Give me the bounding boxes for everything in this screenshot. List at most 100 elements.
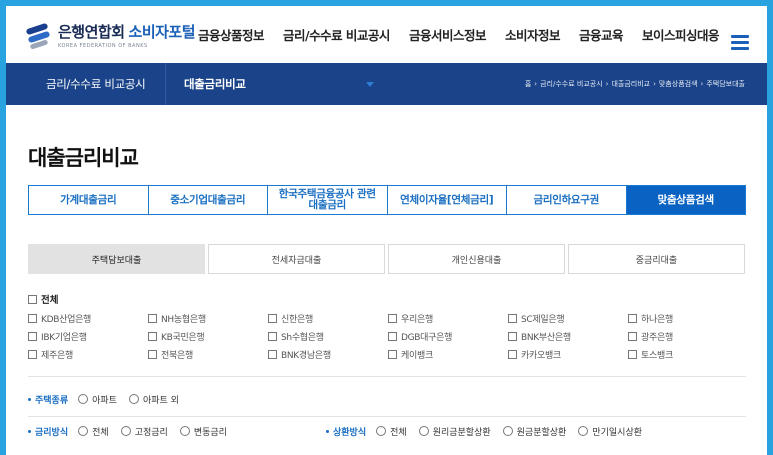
bank-label: 전북은행: [161, 350, 193, 361]
gnb-item-consumer[interactable]: 소비자정보: [505, 25, 561, 44]
bank-label: 카카오뱅크: [521, 350, 561, 361]
filter-label: 상환방식: [326, 425, 366, 438]
divider: [28, 416, 746, 417]
page-title: 대출금리비교: [28, 146, 139, 170]
bank-label: DGB대구은행: [401, 332, 453, 343]
tab-overdue-rate[interactable]: 연체이자율[연체금리]: [388, 186, 507, 214]
checkbox[interactable]: [508, 313, 517, 323]
bank-checkbox-item[interactable]: 토스뱅크: [628, 347, 748, 361]
radio-bullet-repayment[interactable]: 만기일시상환: [578, 425, 642, 438]
check-all-label: 전체: [41, 295, 59, 306]
filter-label: 주택종류: [28, 393, 68, 406]
breadcrumb-item[interactable]: 맞춤상품검색: [659, 79, 698, 89]
checkbox[interactable]: [388, 331, 397, 341]
checkbox-all[interactable]: [28, 294, 37, 304]
subtab-mid-rate[interactable]: 중금리대출: [568, 244, 745, 274]
tab-rate-cut-request[interactable]: 금리인하요구권: [507, 186, 627, 214]
bank-checkbox-item[interactable]: Sh수협은행: [268, 329, 388, 343]
radio-apartment[interactable]: 아파트: [78, 393, 117, 406]
bank-checkbox-item[interactable]: 제주은행: [28, 347, 148, 361]
bank-label: 하나은행: [641, 314, 673, 325]
checkbox[interactable]: [388, 349, 397, 359]
filter-repay-type: 상환방식 전체 원리금분할상환 원금분할상환 만기일시상환: [326, 424, 654, 438]
bank-label: KB국민은행: [161, 332, 205, 343]
bank-checkbox-item[interactable]: 우리은행: [388, 311, 508, 325]
bank-checkbox-item[interactable]: 하나은행: [628, 311, 748, 325]
bank-checkbox-item[interactable]: IBK기업은행: [28, 329, 148, 343]
checkbox[interactable]: [148, 331, 157, 341]
gnb-item-rates[interactable]: 금리/수수료 비교공시: [283, 25, 390, 44]
radio-variable-rate[interactable]: 변동금리: [179, 425, 227, 438]
gnb-item-education[interactable]: 금융교육: [579, 25, 624, 44]
logo-portal-text: 소비자포털: [128, 22, 196, 41]
tab-hf-loan-label: 한국주택금융공사 관련 대출금리: [278, 188, 376, 211]
bank-checkbox-item[interactable]: BNK부산은행: [508, 329, 628, 343]
subnav-current-label: 대출금리비교: [184, 77, 246, 91]
bank-checkbox-item[interactable]: BNK경남은행: [268, 347, 388, 361]
checkbox[interactable]: [508, 331, 517, 341]
subnav-section[interactable]: 금리/수수료 비교공시: [6, 63, 166, 105]
checkbox[interactable]: [268, 313, 277, 323]
bank-checkbox-item[interactable]: SC제일은행: [508, 311, 628, 325]
checkbox[interactable]: [628, 313, 637, 323]
breadcrumb-item[interactable]: 금리/수수료 비교공시: [540, 79, 603, 89]
menu-icon[interactable]: [731, 35, 749, 50]
global-nav: 금융상품정보 금리/수수료 비교공시 금융서비스정보 소비자정보 금융교육 보이…: [198, 6, 738, 63]
checkbox[interactable]: [268, 349, 277, 359]
gnb-item-products[interactable]: 금융상품정보: [198, 25, 265, 44]
breadcrumb-item[interactable]: 대출금리비교: [611, 79, 650, 89]
bank-checkbox-item[interactable]: 신한은행: [268, 311, 388, 325]
bank-checkbox-item[interactable]: DGB대구은행: [388, 329, 508, 343]
subtab-mortgage[interactable]: 주택담보대출: [28, 244, 205, 274]
breadcrumb: 홈 › 금리/수수료 비교공시 › 대출금리비교 › 맞춤상품검색 › 주택담보대출: [524, 79, 745, 89]
bank-label: BNK부산은행: [521, 332, 571, 343]
bank-filter: 전체 KDB산업은행 NH농협은행 신한은행 우리은행 SC제일은행 하나은행 IBK기업은…: [28, 292, 746, 361]
radio-equal-installment[interactable]: 원리금분할상환: [418, 425, 491, 438]
bank-label: IBK기업은행: [41, 332, 87, 343]
bank-label: NH농협은행: [161, 314, 206, 325]
checkbox[interactable]: [388, 313, 397, 323]
checkbox[interactable]: [268, 331, 277, 341]
logo-mark-icon: [25, 22, 52, 50]
bank-label: 케이뱅크: [401, 350, 433, 361]
check-all[interactable]: 전체: [28, 292, 746, 306]
tab-hf-loan[interactable]: 한국주택금융공사 관련 대출금리: [268, 186, 388, 214]
subnav-current-dropdown[interactable]: 대출금리비교: [166, 63, 384, 105]
subtab-jeonse[interactable]: 전세자금대출: [208, 244, 385, 274]
checkbox[interactable]: [28, 313, 37, 323]
bank-label: 제주은행: [41, 350, 73, 361]
bank-checkbox-item[interactable]: 전북은행: [148, 347, 268, 361]
radio-repay-all[interactable]: 전체: [376, 425, 407, 438]
bank-grid: KDB산업은행 NH농협은행 신한은행 우리은행 SC제일은행 하나은행 IBK기업은행 KB…: [28, 311, 746, 361]
checkbox[interactable]: [628, 349, 637, 359]
tab-sme-loan[interactable]: 중소기업대출금리: [149, 186, 268, 214]
checkbox[interactable]: [28, 349, 37, 359]
radio-rate-all[interactable]: 전체: [78, 425, 109, 438]
bank-checkbox-item[interactable]: 카카오뱅크: [508, 347, 628, 361]
radio-principal-installment[interactable]: 원금분할상환: [502, 425, 566, 438]
logo-sub-text: KOREA FEDERATION OF BANKS: [58, 42, 148, 49]
checkbox[interactable]: [628, 331, 637, 341]
bank-checkbox-item[interactable]: 케이뱅크: [388, 347, 508, 361]
checkbox[interactable]: [148, 313, 157, 323]
checkbox[interactable]: [28, 331, 37, 341]
checkbox[interactable]: [508, 349, 517, 359]
site-logo[interactable]: 은행연합회 소비자포털 KOREA FEDERATION OF BANKS: [25, 21, 196, 50]
chevron-down-icon: [366, 81, 374, 87]
bank-label: BNK경남은행: [281, 350, 331, 361]
gnb-item-phishing[interactable]: 보이스피싱대응: [642, 25, 720, 44]
breadcrumb-home[interactable]: 홈: [525, 79, 531, 89]
bank-checkbox-item[interactable]: KDB산업은행: [28, 311, 148, 325]
radio-fixed-rate[interactable]: 고정금리: [120, 425, 168, 438]
radio-non-apartment[interactable]: 아파트 외: [128, 393, 179, 406]
filter-label: 금리방식: [28, 425, 68, 438]
subtab-credit[interactable]: 개인신용대출: [388, 244, 565, 274]
bank-checkbox-item[interactable]: NH농협은행: [148, 311, 268, 325]
bank-label: 광주은행: [641, 332, 673, 343]
checkbox[interactable]: [148, 349, 157, 359]
bank-checkbox-item[interactable]: 광주은행: [628, 329, 748, 343]
tab-household-loan[interactable]: 가계대출금리: [29, 186, 149, 214]
gnb-item-services[interactable]: 금융서비스정보: [409, 25, 487, 44]
tab-custom-search[interactable]: 맞춤상품검색: [626, 186, 745, 214]
bank-checkbox-item[interactable]: KB국민은행: [148, 329, 268, 343]
